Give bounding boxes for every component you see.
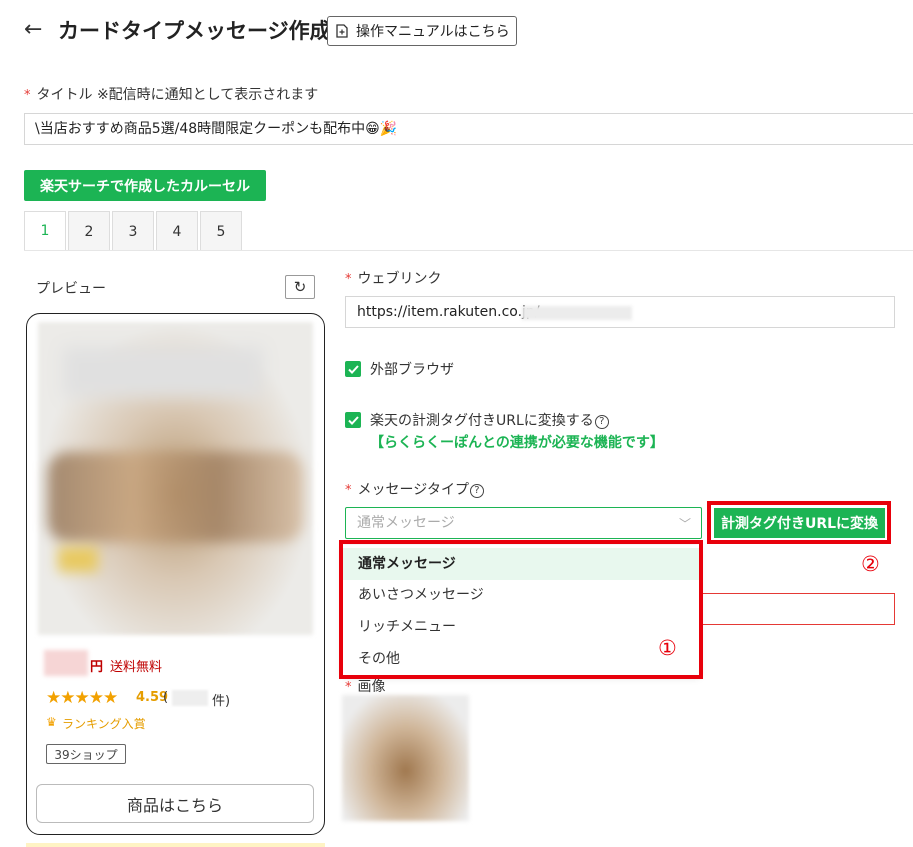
shipping-free-label: 送料無料	[110, 660, 163, 675]
image-thumbnail[interactable]	[342, 695, 469, 821]
crown-icon: ♛	[46, 715, 57, 729]
check-icon	[347, 364, 359, 374]
title-field-label: * タイトル ※配信時に通知として表示されます	[24, 87, 319, 103]
external-browser-checkbox[interactable]	[345, 361, 361, 377]
rakuten-search-carousel-button[interactable]: 楽天サーチで作成したカルーセル	[24, 170, 266, 201]
preview-bottom-strip	[26, 843, 325, 847]
price-value-blurred	[44, 650, 88, 676]
back-arrow-icon[interactable]: ←	[24, 18, 44, 42]
message-type-label: * メッセージタイプ?	[345, 479, 484, 499]
message-type-select[interactable]: 通常メッセージ	[345, 507, 702, 539]
manual-button-label: 操作マニュアルはこちら	[356, 24, 510, 40]
review-count-suffix: 件)	[212, 694, 231, 709]
title-input[interactable]: \当店おすすめ商品5選/48時間限定クーポンも配布中😁🎉	[24, 113, 913, 145]
tag-url-convert-label: 楽天の計測タグ付きURLに変換する?	[370, 410, 609, 430]
tab-3[interactable]: 3	[112, 211, 154, 251]
refresh-icon[interactable]: ↻	[285, 275, 315, 299]
manual-button[interactable]: 操作マニュアルはこちら	[327, 16, 517, 46]
page-title: カードタイプメッセージ作成	[58, 19, 331, 43]
help-icon[interactable]: ?	[469, 484, 484, 498]
image-label: * 画像	[345, 679, 386, 695]
annotation-box-1	[339, 540, 703, 679]
annotation-marker-1: ①	[658, 636, 677, 660]
ranking-label: ランキング入賞	[62, 717, 146, 731]
rating-paren-open: (	[163, 690, 169, 705]
price-unit: 円	[90, 660, 104, 675]
external-browser-label: 外部ブラウザ	[370, 362, 454, 378]
annotation-box-2	[707, 501, 891, 544]
tab-4[interactable]: 4	[156, 211, 198, 251]
preview-label: プレビュー	[36, 281, 106, 297]
check-icon	[347, 415, 359, 425]
required-mark: *	[24, 88, 31, 103]
url-path-blurred	[522, 306, 632, 320]
shop-badge: 39ショップ	[46, 744, 126, 764]
tabs-divider	[24, 250, 913, 251]
tab-2[interactable]: 2	[68, 211, 110, 251]
card-tabs: 1 2 3 4 5	[24, 211, 244, 251]
partially-hidden-input[interactable]	[702, 593, 895, 625]
tab-5[interactable]: 5	[200, 211, 242, 251]
annotation-marker-2: ②	[861, 552, 880, 576]
integration-note: 【らくらくーぽんとの連携が必要な機能です】	[370, 435, 664, 451]
help-icon[interactable]: ?	[594, 415, 609, 429]
web-link-label: * ウェブリンク	[345, 271, 442, 287]
tab-1[interactable]: 1	[24, 211, 66, 251]
product-link-button[interactable]: 商品はこちら	[36, 784, 314, 823]
tag-url-convert-checkbox[interactable]	[345, 412, 361, 428]
chevron-down-icon: ﹀	[679, 517, 692, 531]
review-count-blurred	[172, 690, 208, 706]
document-icon	[336, 24, 348, 38]
rating-stars-icon: ★★★★★	[46, 688, 118, 708]
product-image	[38, 322, 313, 635]
